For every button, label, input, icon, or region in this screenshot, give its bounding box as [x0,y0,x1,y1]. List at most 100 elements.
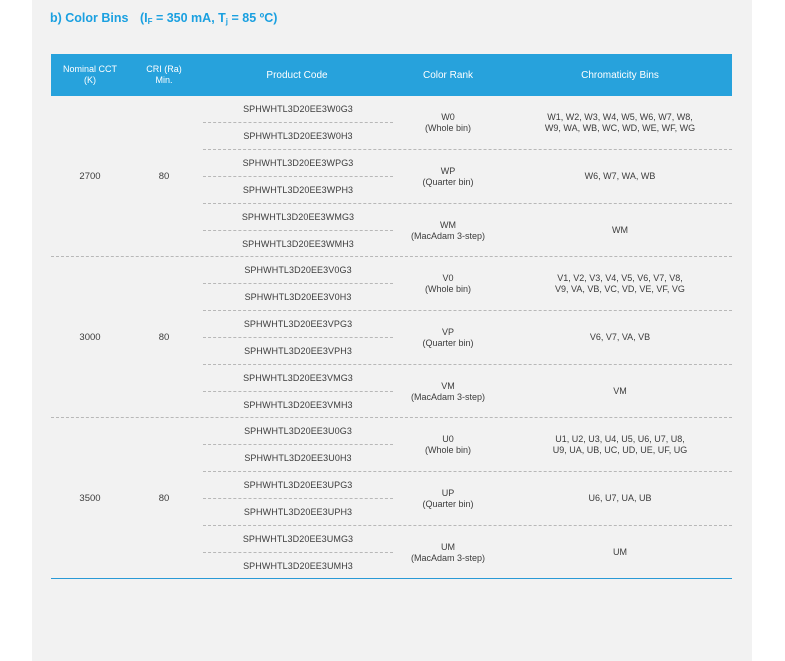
product-code: SPHWHTL3D20EE3V0H3 [244,292,352,302]
bins-line: UM [613,547,627,557]
chromaticity-bins: UM [509,526,731,579]
bins-line: V6, V7, VA, VB [589,332,651,342]
product-code: SPHWHTL3D20EE3W0G3 [203,96,393,123]
rank-description: (Whole bin) [424,122,471,133]
header-cri-line1: CRI (Ra) [146,64,182,74]
bins-line: V1, V2, V3, V4, V5, V6, V7, V8, [557,272,683,283]
chromaticity-bins: W6, W7, WA, WB [509,150,731,203]
product-code: SPHWHTL3D20EE3UMH3 [243,561,353,571]
section-title: b) Color Bins [50,11,129,25]
bins-line: W6, W7, WA, WB [584,171,656,181]
rank-row: SPHWHTL3D20EE3U0G3 SPHWHTL3D20EE3U0H3 U0 (W… [203,418,732,472]
cct-group: 2700 80 SPHWHTL3D20EE3W0G3 SPHWHTL3D20EE3W0… [51,96,732,257]
cct-group: 3000 80 SPHWHTL3D20EE3V0G3 SPHWHTL3D20EE3V0… [51,257,732,418]
rank-code: UP [441,487,455,498]
product-code: SPHWHTL3D20EE3UPG3 [203,472,393,499]
product-code: SPHWHTL3D20EE3V0G3 [203,257,393,284]
header-color-rank: Color Rank [422,69,474,81]
chromaticity-bins: W1, W2, W3, W4, W5, W6, W7, W8, W9, WA, W… [509,96,731,149]
rank-description: (Quarter bin) [422,337,474,348]
rank-row: SPHWHTL3D20EE3V0G3 SPHWHTL3D20EE3V0H3 V0 (W… [203,257,732,311]
rank-description: (MacAdam 3-step) [410,391,486,402]
section-heading: b) Color Bins (IF = 350 mA, Tj = 85 ºC) [50,11,277,26]
rank-code: VM [441,380,455,391]
product-code: SPHWHTL3D20EE3UPH3 [243,507,353,517]
cct-group: 3500 80 SPHWHTL3D20EE3U0G3 SPHWHTL3D20EE3U0… [51,418,732,579]
product-code: SPHWHTL3D20EE3UMG3 [203,526,393,553]
header-cri-line2: Min. [155,75,173,85]
rank-description: (Quarter bin) [422,176,474,187]
rank-row: SPHWHTL3D20EE3WPG3 SPHWHTL3D20EE3WPH3 WP (Q… [203,150,732,204]
product-code: SPHWHTL3D20EE3WMH3 [242,239,354,249]
rank-code: W0 [441,111,455,122]
rank-description: (Whole bin) [424,444,471,455]
rank-row: SPHWHTL3D20EE3VPG3 SPHWHTL3D20EE3VPH3 VP (Q… [203,311,732,365]
rank-row: SPHWHTL3D20EE3W0G3 SPHWHTL3D20EE3W0H3 W0 (W… [203,96,732,150]
rank-row: SPHWHTL3D20EE3UPG3 SPHWHTL3D20EE3UPH3 UP (Q… [203,472,732,526]
product-code: SPHWHTL3D20EE3WPG3 [203,150,393,177]
rank-code: VP [441,326,454,337]
rank-row: SPHWHTL3D20EE3VMG3 SPHWHTL3D20EE3VMH3 VM (M… [203,365,732,418]
bins-line: W1, W2, W3, W4, W5, W6, W7, W8, [547,111,693,122]
chromaticity-bins: VM [509,365,731,418]
product-code: SPHWHTL3D20EE3VMG3 [203,365,393,392]
rank-code: WP [440,165,456,176]
cri-value: 80 [158,170,170,182]
cond-mid: = 350 mA, T [152,11,226,25]
bins-line: U6, U7, UA, UB [588,493,652,503]
color-rank: U0 (Whole bin) [393,418,503,471]
header-nominal-cct: Nominal CCT (K) [51,54,129,96]
rank-code: WM [440,219,456,230]
cond-suffix: = 85 ºC) [228,11,278,25]
rank-code: U0 [442,433,454,444]
chromaticity-bins: V1, V2, V3, V4, V5, V6, V7, V8, V9, VA, V… [509,257,731,310]
test-conditions: (IF = 350 mA, Tj = 85 ºC) [139,11,278,26]
color-rank: UM (MacAdam 3-step) [393,526,503,579]
table-body: 2700 80 SPHWHTL3D20EE3W0G3 SPHWHTL3D20EE3W0… [51,96,732,579]
product-code: SPHWHTL3D20EE3VMH3 [243,400,353,410]
rank-description: (Whole bin) [424,283,471,294]
color-bins-table: Nominal CCT (K) CRI (Ra) Min. Product Co… [51,54,732,579]
cct-value: 2700 [79,170,101,182]
rank-row: SPHWHTL3D20EE3UMG3 SPHWHTL3D20EE3UMH3 UM (M… [203,526,732,579]
bins-line: V9, VA, VB, VC, VD, VE, VF, VG [555,283,685,294]
rank-description: (Quarter bin) [422,498,474,509]
rank-description: (MacAdam 3-step) [410,552,486,563]
color-rank: WM (MacAdam 3-step) [393,204,503,257]
product-code: SPHWHTL3D20EE3U0H3 [244,453,352,463]
chromaticity-bins: WM [509,204,731,257]
color-rank: VP (Quarter bin) [393,311,503,364]
cri-value: 80 [158,492,170,504]
rank-description: (MacAdam 3-step) [410,230,486,241]
header-cct-line1: Nominal CCT [62,64,117,74]
bins-line: VM [613,386,627,396]
color-rank: VM (MacAdam 3-step) [393,365,503,418]
color-rank: W0 (Whole bin) [393,96,503,149]
cct-value: 3500 [79,492,101,504]
bins-line: U1, U2, U3, U4, U5, U6, U7, U8, [555,433,685,444]
cond-prefix: (I [139,11,148,25]
bins-line: W9, WA, WB, WC, WD, WE, WF, WG [544,122,696,133]
chromaticity-bins: U1, U2, U3, U4, U5, U6, U7, U8, U9, UA, U… [509,418,731,471]
product-code: SPHWHTL3D20EE3WMG3 [203,204,393,231]
product-code: SPHWHTL3D20EE3U0G3 [203,418,393,445]
header-cct-line2: (K) [84,75,96,85]
header-cri: CRI (Ra) Min. [129,54,199,96]
product-code: SPHWHTL3D20EE3WPH3 [242,185,354,195]
cri-value: 80 [158,331,170,343]
rank-code: UM [441,541,455,552]
chromaticity-bins: U6, U7, UA, UB [509,472,731,525]
bins-line: WM [612,225,628,235]
product-code: SPHWHTL3D20EE3VPH3 [244,346,352,356]
color-rank: WP (Quarter bin) [393,150,503,203]
cct-value: 3000 [79,331,101,343]
header-chromaticity-bins: Chromaticity Bins [581,69,659,81]
table-header: Nominal CCT (K) CRI (Ra) Min. Product Co… [51,54,732,96]
product-code: SPHWHTL3D20EE3VPG3 [203,311,393,338]
color-rank: UP (Quarter bin) [393,472,503,525]
rank-row: SPHWHTL3D20EE3WMG3 SPHWHTL3D20EE3WMH3 WM (M… [203,204,732,257]
header-product-code: Product Code [266,69,328,81]
rank-code: V0 [442,272,454,283]
chromaticity-bins: V6, V7, VA, VB [509,311,731,364]
color-rank: V0 (Whole bin) [393,257,503,310]
